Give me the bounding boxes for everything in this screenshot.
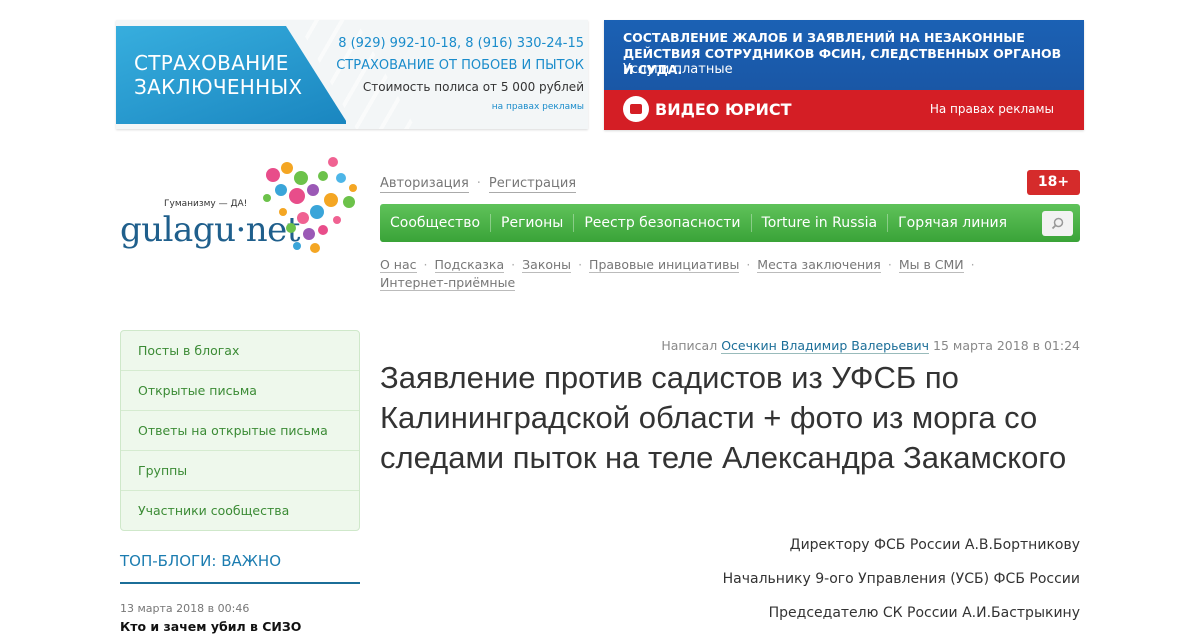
nav-community[interactable]: Сообщество: [380, 214, 490, 232]
addressee-line: Председателю СК России А.И.Бастрыкину: [768, 605, 1080, 621]
top-blogs-divider: [120, 582, 360, 584]
nav-regions[interactable]: Регионы: [490, 214, 573, 232]
login-link[interactable]: Авторизация: [380, 176, 469, 193]
author-link[interactable]: Осечкин Владимир Валерьевич: [721, 338, 930, 354]
site-logo[interactable]: Гуманизму — ДА! gulagu·net: [118, 150, 368, 270]
subnav-places-of-detention[interactable]: Места заключения: [757, 257, 881, 273]
search-icon: [1051, 217, 1064, 230]
auth-links: Авторизация · Регистрация: [380, 176, 577, 193]
register-link[interactable]: Регистрация: [488, 176, 577, 193]
age-rating-badge: 18+: [1027, 170, 1080, 195]
subnav-legal-initiatives[interactable]: Правовые инициативы: [589, 257, 740, 273]
article-date: 15 марта 2018 в 01:24: [933, 338, 1080, 353]
sidebar-item-open-letters[interactable]: Открытые письма: [121, 370, 359, 410]
sidebar-item-blog-posts[interactable]: Посты в блогах: [121, 331, 359, 370]
ad-insurance-note: на правах рекламы: [491, 102, 584, 112]
ad-lawyer-brand: ВИДЕО ЮРИСТ: [655, 99, 792, 119]
ad-lawyer-logo: ВИДЕО ЮРИСТ: [623, 96, 792, 122]
auth-separator: ·: [476, 176, 481, 191]
nav-hotline[interactable]: Горячая линия: [887, 214, 1017, 232]
sidebar-item-groups[interactable]: Группы: [121, 450, 359, 490]
sidebar-menu: Посты в блогах Открытые письма Ответы на…: [120, 330, 360, 531]
subnav-hint[interactable]: Подсказка: [434, 257, 505, 273]
flower-dove-icon: [263, 157, 357, 253]
top-blog-title[interactable]: Кто и зачем убил в СИЗО: [120, 619, 301, 634]
sidebar-item-letter-replies[interactable]: Ответы на открытые письма: [121, 410, 359, 450]
article-meta: Написал Осечкин Владимир Валерьевич 15 м…: [661, 338, 1080, 354]
ad-banner-video-lawyer[interactable]: СОСТАВЛЕНИЕ ЖАЛОБ И ЗАЯВЛЕНИЙ НА НЕЗАКОН…: [604, 20, 1084, 130]
secondary-navigation: О нас · Подсказка · Законы · Правовые инициати…: [380, 257, 975, 291]
subnav-media[interactable]: Мы в СМИ: [898, 257, 964, 273]
article-title: Заявление против садистов из УФСБ по Кал…: [380, 360, 1067, 475]
top-blogs-heading[interactable]: ТОП-БЛОГИ: ВАЖНО: [120, 552, 281, 570]
ad-banner-insurance[interactable]: СТРАХОВАНИЕ ЗАКЛЮЧЕННЫХ 8 (929) 992-10-1…: [116, 20, 588, 129]
ad-insurance-tagline: СТРАХОВАНИЕ ОТ ПОБОЕВ И ПЫТОК: [336, 58, 584, 73]
subnav-about[interactable]: О нас: [380, 257, 417, 273]
ad-insurance-title: СТРАХОВАНИЕ ЗАКЛЮЧЕННЫХ: [134, 51, 303, 99]
ad-lawyer-subtitle: Услуги платные: [623, 62, 733, 77]
logo-slogan: Гуманизму — ДА!: [164, 199, 248, 209]
addressee-line: Директору ФСБ России А.В.Бортникову: [789, 537, 1080, 553]
subnav-laws[interactable]: Законы: [522, 257, 572, 273]
video-camera-icon: [623, 96, 649, 122]
search-button[interactable]: [1042, 211, 1073, 236]
ad-insurance-phones: 8 (929) 992-10-18, 8 (916) 330-24-15: [338, 36, 584, 51]
subnav-online-reception[interactable]: Интернет-приёмные: [380, 275, 516, 291]
sidebar-item-members[interactable]: Участники сообщества: [121, 490, 359, 530]
meta-prefix: Написал: [661, 338, 718, 353]
nav-safety-registry[interactable]: Реестр безопасности: [573, 214, 750, 232]
main-navigation: Сообщество Регионы Реестр безопасности T…: [380, 204, 1080, 242]
top-blog-date: 13 марта 2018 в 00:46: [120, 602, 250, 615]
ad-lawyer-note: На правах рекламы: [929, 102, 1054, 116]
nav-torture-in-russia[interactable]: Torture in Russia: [750, 214, 888, 232]
ad-insurance-price: Стоимость полиса от 5 000 рублей: [362, 80, 584, 94]
addressee-line: Начальнику 9-ого Управления (УСБ) ФСБ Ро…: [722, 571, 1080, 587]
